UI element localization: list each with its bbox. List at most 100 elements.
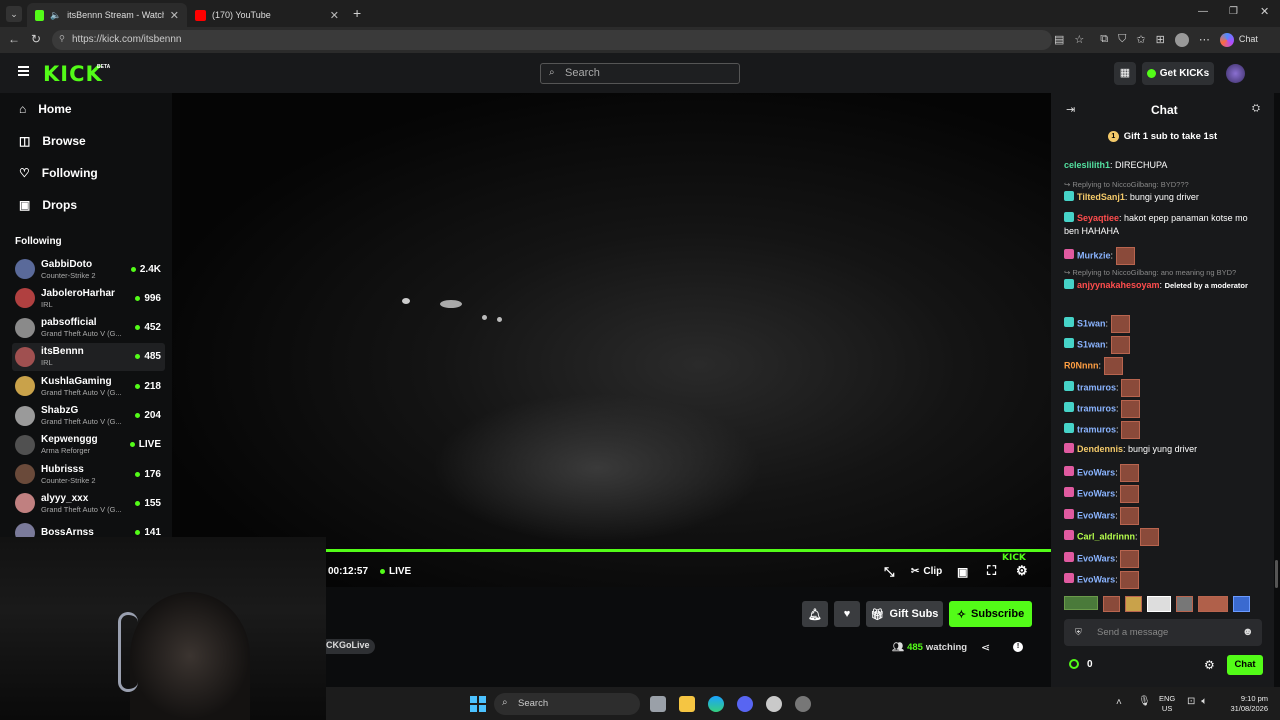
chat-message[interactable]: R0Nnnn: bbox=[1064, 357, 1264, 375]
fullscreen-icon[interactable]: ⛶ bbox=[987, 563, 996, 579]
chat-username[interactable]: Seyaqtiee bbox=[1077, 213, 1119, 223]
file-explorer-icon[interactable] bbox=[679, 696, 695, 712]
following-item[interactable]: JaboleroHarhar IRL 996 bbox=[12, 284, 165, 312]
chat-message[interactable]: EvoWars: bbox=[1064, 507, 1264, 525]
nav-home[interactable]: ⌂ Home bbox=[19, 102, 72, 116]
chat-username[interactable]: EvoWars bbox=[1077, 510, 1115, 520]
chat-message[interactable]: EvoWars: bbox=[1064, 550, 1264, 568]
emote[interactable] bbox=[1125, 596, 1142, 612]
nav-following[interactable]: ♡ Following bbox=[19, 166, 98, 180]
following-item[interactable]: GabbiDoto Counter-Strike 2 2.4K bbox=[12, 255, 165, 283]
gift-subs-button[interactable]: 🎁︎ Gift Subs bbox=[866, 601, 943, 627]
emote[interactable] bbox=[1110, 336, 1130, 354]
app-icon[interactable] bbox=[766, 696, 782, 712]
chat-username[interactable]: tramuros bbox=[1077, 382, 1116, 392]
reload-icon[interactable]: ↻ bbox=[31, 32, 41, 46]
back-icon[interactable]: ← bbox=[8, 32, 20, 46]
nav-drops[interactable]: ▣ Drops bbox=[19, 198, 77, 212]
chat-message[interactable]: tramuros: bbox=[1064, 421, 1264, 439]
tab-youtube[interactable]: (170) YouTube ✕ bbox=[187, 3, 347, 27]
close-tab-icon[interactable]: ✕ bbox=[170, 9, 179, 22]
chat-message-input[interactable]: ⛨ Send a message ☻ bbox=[1064, 619, 1262, 646]
following-item[interactable]: itsBennn IRL 485 bbox=[12, 342, 165, 371]
discord-icon[interactable] bbox=[737, 696, 753, 712]
following-item[interactable]: ShabzG Grand Theft Auto V (G... 204 bbox=[12, 402, 165, 430]
emote[interactable] bbox=[1120, 507, 1140, 525]
chat-message[interactable]: Dendennis: bungi yung driver bbox=[1064, 443, 1264, 456]
new-tab-icon[interactable]: + bbox=[353, 5, 361, 21]
site-info-icon[interactable]: ⚲ bbox=[59, 34, 65, 43]
favorites-icon[interactable]: ✩ bbox=[1136, 33, 1145, 47]
app-icon[interactable] bbox=[795, 696, 811, 712]
minimize-icon[interactable]: — bbox=[1198, 6, 1208, 17]
tray-status[interactable]: ⊡ 🔈︎ bbox=[1187, 696, 1207, 707]
following-item[interactable]: pabsofficial Grand Theft Auto V (G... 452 bbox=[12, 314, 165, 342]
chat-settings-gear-icon[interactable]: ⚙ bbox=[1204, 658, 1215, 672]
close-tab-icon[interactable]: ✕ bbox=[330, 9, 339, 22]
chat-username[interactable]: anjyynakahesoyam bbox=[1077, 280, 1160, 290]
emote[interactable] bbox=[1103, 596, 1120, 612]
reader-icon[interactable]: ▤ bbox=[1054, 33, 1064, 47]
chat-message[interactable]: Murkzie: bbox=[1064, 247, 1264, 265]
video-player[interactable] bbox=[172, 93, 1051, 587]
emote[interactable] bbox=[1140, 528, 1160, 546]
emoji-icon[interactable]: ☻ bbox=[1242, 626, 1254, 638]
chat-message[interactable]: tramuros: bbox=[1064, 400, 1264, 418]
emote[interactable] bbox=[1233, 596, 1250, 612]
chat-username[interactable]: S1wan bbox=[1077, 339, 1106, 349]
nav-browse[interactable]: ◫ Browse bbox=[19, 134, 86, 148]
address-bar[interactable]: ⚲ https://kick.com/itsbennn bbox=[52, 30, 1052, 50]
emote[interactable] bbox=[1121, 400, 1141, 418]
restore-icon[interactable]: ❐ bbox=[1229, 6, 1238, 17]
emote[interactable] bbox=[1064, 596, 1098, 610]
microphone-icon[interactable]: 🎙︎ bbox=[1138, 696, 1151, 707]
chat-username[interactable]: tramuros bbox=[1077, 424, 1116, 434]
audio-icon[interactable]: 🔈 bbox=[50, 10, 61, 21]
progress-bar[interactable] bbox=[326, 549, 1051, 552]
chat-username[interactable]: EvoWars bbox=[1077, 467, 1115, 477]
extensions-icon[interactable]: ⧉ bbox=[1100, 33, 1108, 47]
tab-kick[interactable]: 🔈 itsBennn Stream - Watch Live ✕ bbox=[27, 3, 187, 27]
chat-username[interactable]: Dendennis bbox=[1077, 444, 1123, 454]
settings-gear-icon[interactable]: ⚙ bbox=[1016, 563, 1028, 579]
notification-bell-button[interactable]: 🔔︎ bbox=[802, 601, 828, 627]
emote[interactable] bbox=[1120, 571, 1140, 589]
chat-message[interactable]: EvoWars: bbox=[1064, 571, 1264, 589]
live-indicator[interactable]: LIVE bbox=[380, 566, 411, 577]
chat-message[interactable]: S1wan: bbox=[1064, 336, 1264, 354]
language-indicator[interactable]: ENG US bbox=[1159, 694, 1175, 714]
chat-message[interactable]: Carl_aldrinnn: bbox=[1064, 528, 1264, 546]
collapse-chat-icon[interactable]: ⇥ bbox=[1066, 103, 1075, 116]
theatre-mode-icon[interactable]: ⤡ bbox=[884, 564, 894, 580]
chat-username[interactable]: R0Nnnn bbox=[1064, 360, 1099, 370]
copilot-label[interactable]: Chat bbox=[1239, 34, 1258, 47]
clip-button[interactable]: ✂ Clip bbox=[911, 566, 942, 577]
emote[interactable] bbox=[1120, 485, 1140, 503]
following-item[interactable]: KushlaGaming Grand Theft Auto V (G... 218 bbox=[12, 372, 165, 400]
chat-message[interactable]: Seyaqtiee: hakot epep panaman kotse mo b… bbox=[1064, 212, 1264, 238]
chat-message[interactable]: S1wan: bbox=[1064, 315, 1264, 333]
stream-tag[interactable]: CKGoLive bbox=[326, 639, 375, 654]
following-item[interactable]: Hubrisss Counter-Strike 2 176 bbox=[12, 460, 165, 488]
share-icon[interactable]: ⋖ bbox=[981, 641, 990, 654]
send-chat-button[interactable]: Chat bbox=[1227, 655, 1263, 675]
emote[interactable] bbox=[1176, 596, 1193, 612]
search-input[interactable]: ⌕ Search bbox=[540, 63, 740, 84]
chat-username[interactable]: tramuros bbox=[1077, 403, 1116, 413]
emote[interactable] bbox=[1120, 464, 1140, 482]
task-view-icon[interactable] bbox=[650, 696, 666, 712]
chat-users-icon[interactable]: ⛭ bbox=[1252, 103, 1260, 114]
chat-username[interactable]: EvoWars bbox=[1077, 574, 1115, 584]
subscribe-button[interactable]: ✧ Subscribe bbox=[949, 601, 1032, 627]
chat-username[interactable]: Carl_aldrinnn bbox=[1077, 531, 1135, 541]
clock[interactable]: 9:10 pm 31/08/2026 bbox=[1226, 694, 1268, 714]
tray-overflow-icon[interactable]: ˄ bbox=[1116, 697, 1122, 708]
reply-context[interactable]: ↪ Replying to NiccoGilbang: BYD??? bbox=[1064, 180, 1189, 189]
emote[interactable] bbox=[1115, 247, 1135, 265]
windows-start-icon[interactable] bbox=[470, 696, 486, 712]
chat-message[interactable]: tramuros: bbox=[1064, 379, 1264, 397]
info-icon[interactable]: ! bbox=[1013, 642, 1023, 652]
chat-username[interactable]: TiltedSanj1 bbox=[1077, 192, 1125, 202]
close-window-icon[interactable]: ✕ bbox=[1260, 5, 1269, 18]
chat-username[interactable]: Murkzie bbox=[1077, 250, 1111, 260]
